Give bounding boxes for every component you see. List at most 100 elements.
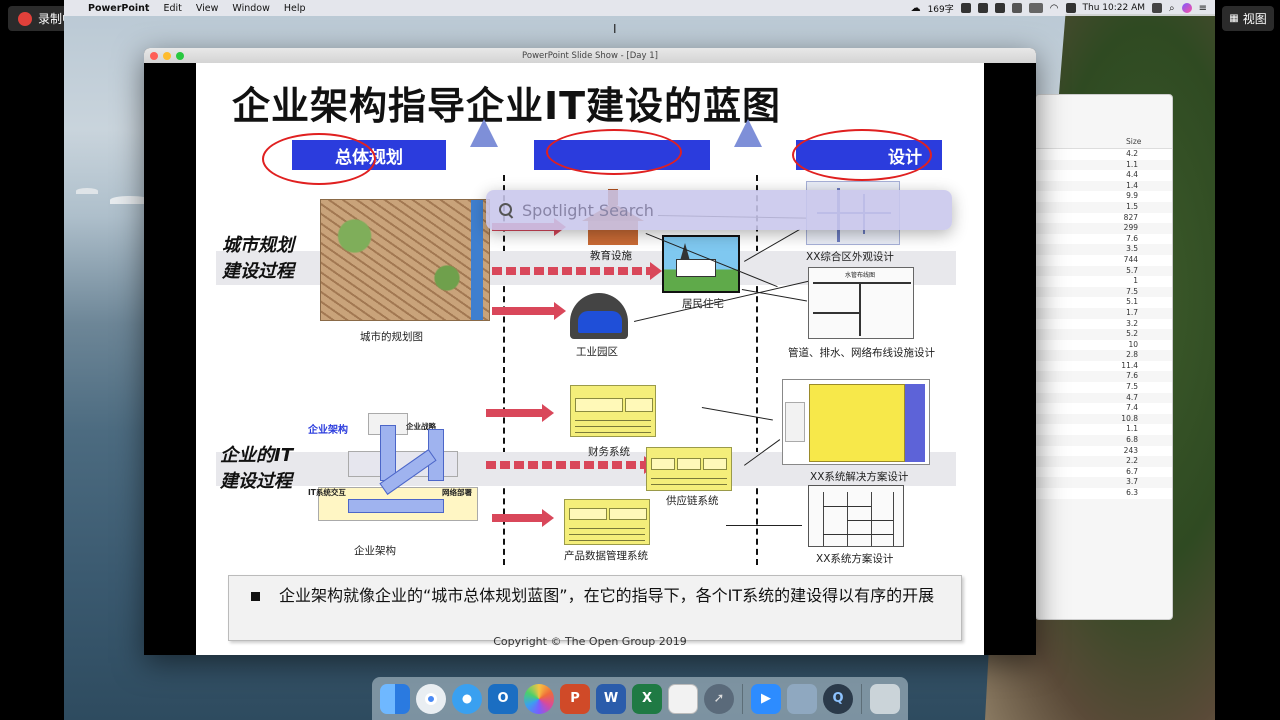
finder-size-cell[interactable]: 4.4 (1036, 170, 1172, 181)
finder-size-cell[interactable]: 7.6 (1036, 233, 1172, 245)
finder-size-cell[interactable]: 1.1 (1036, 160, 1172, 171)
supply-cell (677, 458, 701, 470)
quicktime-icon[interactable]: Q (823, 683, 853, 714)
connector-8 (726, 525, 802, 526)
safari-icon[interactable] (452, 683, 482, 714)
finder-size-cell[interactable]: 1.4 (1036, 181, 1172, 192)
finder-size-cell[interactable]: 243 (1036, 445, 1172, 457)
launchpad-icon[interactable]: ➚ (704, 683, 734, 714)
finder-size-cell[interactable]: 4.7 (1036, 393, 1172, 404)
input-icon[interactable] (1065, 3, 1076, 13)
chrome-icon[interactable] (416, 683, 446, 714)
floorplan-label: 水管布线图 (845, 272, 876, 279)
industrial-image (570, 293, 628, 339)
search-menu-icon[interactable] (1152, 3, 1162, 13)
chrome-inner-icon (425, 692, 437, 705)
dock-separator (861, 683, 862, 714)
ea-diagram-title: 企业架构 (308, 425, 348, 436)
word-icon[interactable]: W (596, 683, 626, 714)
finder-size-cell[interactable]: 827 (1036, 212, 1172, 224)
pdm-cell (569, 508, 607, 520)
app-icon-1[interactable] (960, 3, 971, 13)
app-icon-3[interactable] (994, 3, 1005, 13)
zoom-icon[interactable]: ▶ (751, 683, 781, 714)
outlook-icon[interactable]: O (488, 683, 518, 714)
search-icon (498, 202, 514, 218)
finder-size-cell[interactable]: 7.4 (1036, 403, 1172, 414)
finder-size-cell[interactable]: 2.8 (1036, 350, 1172, 361)
finder-size-cell[interactable]: 3.2 (1036, 318, 1172, 330)
finder-size-cell[interactable]: 10 (1036, 339, 1172, 351)
finder-size-cell[interactable]: 1 (1036, 276, 1172, 287)
finder-size-cell[interactable]: 7.6 (1036, 371, 1172, 382)
finder-size-cell[interactable]: 10.8 (1036, 414, 1172, 425)
tab-pointer-right (734, 119, 762, 147)
record-icon (18, 11, 32, 26)
finance-cell (575, 398, 623, 412)
annotation-circle-2 (546, 129, 682, 175)
siri-icon[interactable] (1181, 3, 1192, 13)
finder-size-cell[interactable]: 1.1 (1036, 424, 1172, 436)
finder-size-cell[interactable]: 5.7 (1036, 266, 1172, 277)
textedit-icon[interactable] (668, 683, 698, 714)
finder-size-cell[interactable]: 11.4 (1036, 360, 1172, 372)
finder-size-cell[interactable]: 5.1 (1036, 297, 1172, 308)
finance-cell (625, 398, 653, 412)
excel-icon[interactable]: X (632, 683, 662, 714)
spotlight-search-bar[interactable] (486, 190, 952, 230)
photos-icon[interactable] (524, 683, 554, 714)
arrow-to-pdm (492, 509, 554, 527)
system-design-image (808, 485, 904, 547)
size-column-header[interactable]: Size (1126, 137, 1141, 146)
menu-extras: ☁ 169字 ◠ Thu 10:22 AM ⌕ ≡ (911, 0, 1207, 16)
text-cursor-icon: I (613, 22, 617, 36)
slide[interactable]: 企业架构指导企业IT建设的蓝图 总体规划 设计 城市规划 建设过程 企业的IT … (196, 63, 984, 655)
connector-5 (741, 289, 807, 302)
window-title: PowerPoint Slide Show - [Day 1] (522, 50, 658, 61)
spotlight-menu-icon[interactable]: ⌕ (1169, 3, 1175, 14)
menu-app-name[interactable]: PowerPoint (88, 3, 149, 14)
trash-icon[interactable] (870, 683, 900, 714)
finder-size-cell[interactable]: 6.8 (1036, 435, 1172, 446)
finder-size-cell[interactable]: 7.5 (1036, 382, 1172, 393)
finder-size-cell[interactable]: 1.7 (1036, 308, 1172, 319)
finder-size-cell[interactable]: 299 (1036, 223, 1172, 234)
menu-edit[interactable]: Edit (163, 3, 181, 14)
menu-help[interactable]: Help (284, 3, 306, 14)
finder-size-cell[interactable]: 744 (1036, 254, 1172, 266)
ime-status[interactable]: 169字 (928, 2, 954, 15)
wifi-icon[interactable]: ◠ (1050, 3, 1059, 14)
finder-size-cell[interactable]: 5.2 (1036, 329, 1172, 340)
finder-size-cell[interactable]: 3.5 (1036, 244, 1172, 255)
menubar-clock[interactable]: Thu 10:22 AM (1083, 3, 1146, 13)
caption-pipeline-design: 管道、排水、网络布线设施设计 (788, 347, 935, 359)
finance-row (575, 420, 651, 421)
window-titlebar[interactable]: PowerPoint Slide Show - [Day 1] (144, 48, 1036, 63)
menu-window[interactable]: Window (232, 3, 269, 14)
battery-icon[interactable] (1028, 3, 1043, 13)
view-button[interactable]: ▦ 视图 (1222, 6, 1274, 31)
pdm-row (569, 534, 645, 535)
status-icon[interactable]: ☁ (911, 3, 921, 14)
powerpoint-icon[interactable]: P (560, 683, 590, 714)
app-icon-2[interactable] (977, 3, 988, 13)
display-icon[interactable] (1011, 3, 1022, 13)
menu-view[interactable]: View (196, 3, 219, 14)
pdm-row (569, 540, 645, 541)
finder-size-cell[interactable]: 6.7 (1036, 466, 1172, 478)
preview-icon[interactable] (787, 683, 817, 714)
powerpoint-slideshow-window[interactable]: PowerPoint Slide Show - [Day 1] 企业架构指导企业… (144, 48, 1036, 655)
spotlight-search-input[interactable] (522, 200, 922, 220)
finder-window[interactable]: Size 4.2 1.1 4.4 1.4 9.9 1.5 827 299 7.6 3.5 744 5.… (1035, 94, 1173, 620)
supply-chain-image (646, 447, 732, 491)
finder-size-cell[interactable]: 3.7 (1036, 477, 1172, 488)
pdm-system-image (564, 499, 650, 545)
finder-icon[interactable] (380, 683, 410, 714)
notification-center-icon[interactable]: ≡ (1199, 3, 1207, 14)
finder-size-cell[interactable]: 2.2 (1036, 456, 1172, 467)
finder-size-cell[interactable]: 6.3 (1036, 488, 1172, 499)
finder-size-cell[interactable]: 7.5 (1036, 287, 1172, 298)
finder-size-cell[interactable]: 4.2 (1036, 149, 1172, 160)
finder-size-cell[interactable]: 9.9 (1036, 191, 1172, 202)
finder-size-cell[interactable]: 1.5 (1036, 202, 1172, 213)
